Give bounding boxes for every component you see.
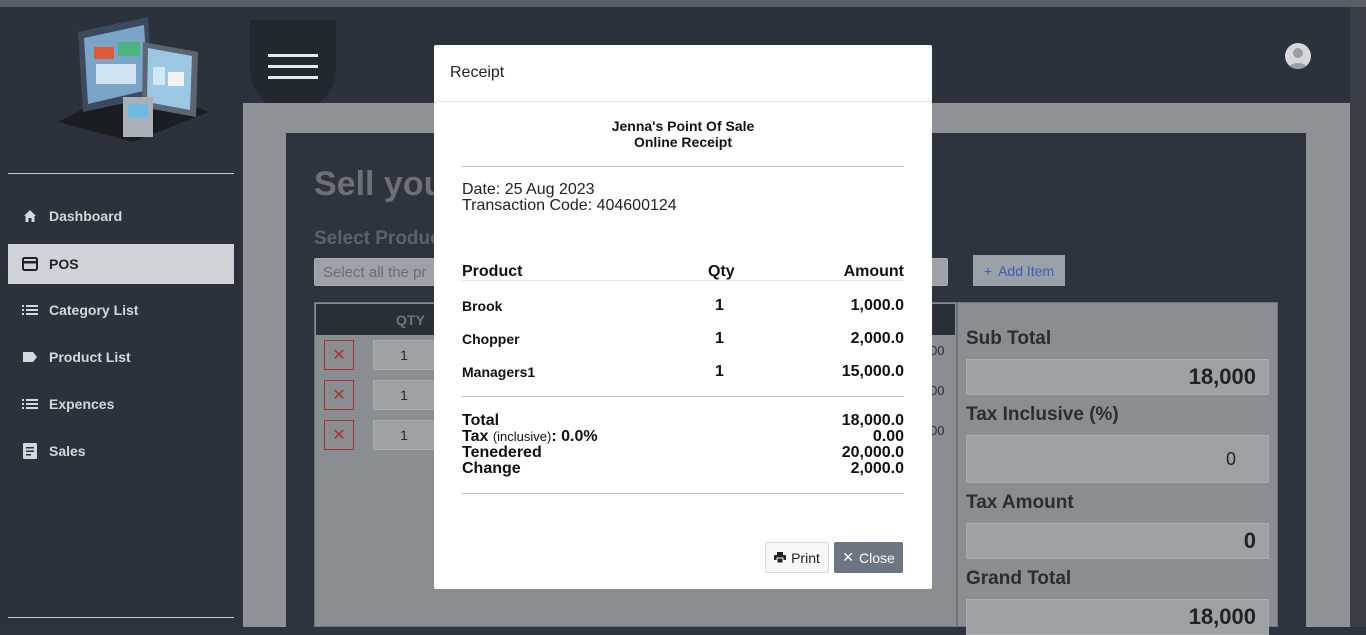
qty-column-header: QTY <box>396 312 425 328</box>
receipt-store-block: Jenna's Point Of Sale Online Receipt <box>434 118 932 150</box>
item-product: Brook <box>462 298 503 314</box>
remove-item-button[interactable]: ✕ <box>324 420 354 450</box>
item-amount: 2,000.0 <box>850 330 904 347</box>
tax-inclusive-label: Tax Inclusive (%) <box>966 404 1119 425</box>
print-label: Print <box>791 549 820 566</box>
tax-label: Tax <box>462 428 489 445</box>
hamburger-menu-icon[interactable] <box>268 54 318 82</box>
tax-rate: : 0.0% <box>551 428 598 445</box>
tax-value: 0.00 <box>872 428 904 445</box>
remove-item-button[interactable]: ✕ <box>324 380 354 410</box>
receipt-divider <box>462 493 904 494</box>
item-qty: 1 <box>715 297 724 314</box>
receipt-modal: Receipt Jenna's Point Of Sale Online Rec… <box>434 45 932 589</box>
tax-amount-field: 0 <box>966 523 1269 559</box>
app-logo <box>38 12 218 142</box>
sidebar-item-label: Expences <box>49 396 115 412</box>
list-icon <box>22 302 38 318</box>
close-button[interactable]: ✕ Close <box>834 542 903 573</box>
change-label: Change <box>462 460 521 477</box>
add-item-label: Add Item <box>998 262 1055 279</box>
sidebar-item-label: Sales <box>49 443 86 459</box>
tax-note: (inclusive) <box>492 429 552 444</box>
add-item-button[interactable]: + Add Item <box>973 255 1065 286</box>
close-icon: ✕ <box>332 347 346 364</box>
sidebar-item-sales[interactable]: Sales <box>8 431 234 471</box>
page-title: Sell you <box>314 165 445 203</box>
qty-input[interactable]: 1 <box>373 380 435 410</box>
store-subtitle: Online Receipt <box>633 134 733 150</box>
product-column-header: Product <box>462 263 523 280</box>
receipt-divider <box>462 166 904 167</box>
header-divider <box>462 280 904 281</box>
document-icon <box>22 443 38 459</box>
tendered-value: 20,000.0 <box>841 444 904 461</box>
tax-amount-label: Tax Amount <box>966 492 1074 513</box>
sidebar-item-product-list[interactable]: Product List <box>8 337 234 377</box>
window-top-bar <box>0 0 1366 7</box>
receipt-totals: Total 18,000.0 Tax (inclusive): 0.0% 0.0… <box>462 413 904 477</box>
change-value: 2,000.0 <box>850 460 904 477</box>
modal-title: Receipt <box>450 64 505 81</box>
receipt-divider <box>462 396 904 397</box>
close-icon: ✕ <box>842 549 854 565</box>
qty-input[interactable]: 1 <box>373 340 435 370</box>
sidebar-item-pos[interactable]: POS <box>8 244 234 284</box>
sidebar-item-label: POS <box>49 256 79 272</box>
sub-total-label: Sub Total <box>966 328 1052 349</box>
transaction-code: Transaction Code: 404600124 <box>462 197 677 214</box>
amount-column-header: Amount <box>843 263 904 280</box>
row-amount: 00 <box>930 383 945 398</box>
tax-label-group: Tax (inclusive): 0.0% <box>462 429 598 445</box>
item-amount: 15,000.0 <box>841 363 904 380</box>
page-scrollbar[interactable] <box>1350 7 1366 627</box>
item-product: Managers1 <box>462 364 536 380</box>
sub-total-field: 18,000 <box>966 359 1269 395</box>
grand-total-field: 18,000 <box>966 599 1269 635</box>
list-icon <box>22 396 38 412</box>
total-value: 18,000.0 <box>841 412 904 429</box>
select-product-label: Select Produc <box>314 228 441 249</box>
receipt-meta: Date: 25 Aug 2023 Transaction Code: 4046… <box>462 182 677 214</box>
qty-column-header: Qty <box>708 263 735 280</box>
row-amount: 00 <box>930 423 945 438</box>
card-icon <box>22 256 38 272</box>
sidebar-divider <box>8 173 234 174</box>
label-icon <box>22 349 38 365</box>
sidebar-item-label: Dashboard <box>49 208 123 224</box>
remove-item-button[interactable]: ✕ <box>324 340 354 370</box>
row-amount: 00 <box>930 343 945 358</box>
sidebar-item-label: Category List <box>49 302 139 318</box>
store-name: Jenna's Point Of Sale <box>611 118 755 134</box>
tendered-label: Tenedered <box>462 444 542 461</box>
modal-header: Receipt <box>434 45 932 102</box>
receipt-date: Date: 25 Aug 2023 <box>462 181 595 198</box>
close-label: Close <box>858 549 895 566</box>
item-product: Chopper <box>462 331 520 347</box>
total-label: Total <box>462 412 500 429</box>
tax-inclusive-input[interactable]: 0 <box>966 435 1269 483</box>
close-icon: ✕ <box>332 387 346 404</box>
sidebar-item-dashboard[interactable]: Dashboard <box>8 196 234 236</box>
sidebar-item-label: Product List <box>49 349 131 365</box>
item-qty: 1 <box>715 363 724 380</box>
sidebar-item-expences[interactable]: Expences <box>8 384 234 424</box>
user-avatar-icon[interactable] <box>1285 43 1311 69</box>
grand-total-label: Grand Total <box>966 568 1072 589</box>
sidebar-divider <box>8 617 234 618</box>
item-qty: 1 <box>715 330 724 347</box>
home-icon <box>22 208 38 224</box>
print-button[interactable]: Print <box>765 542 829 573</box>
plus-icon: + <box>983 262 993 279</box>
printer-icon <box>774 550 787 566</box>
qty-input[interactable]: 1 <box>373 420 435 450</box>
sidebar-item-category-list[interactable]: Category List <box>8 290 234 330</box>
item-amount: 1,000.0 <box>850 297 904 314</box>
close-icon: ✕ <box>332 427 346 444</box>
